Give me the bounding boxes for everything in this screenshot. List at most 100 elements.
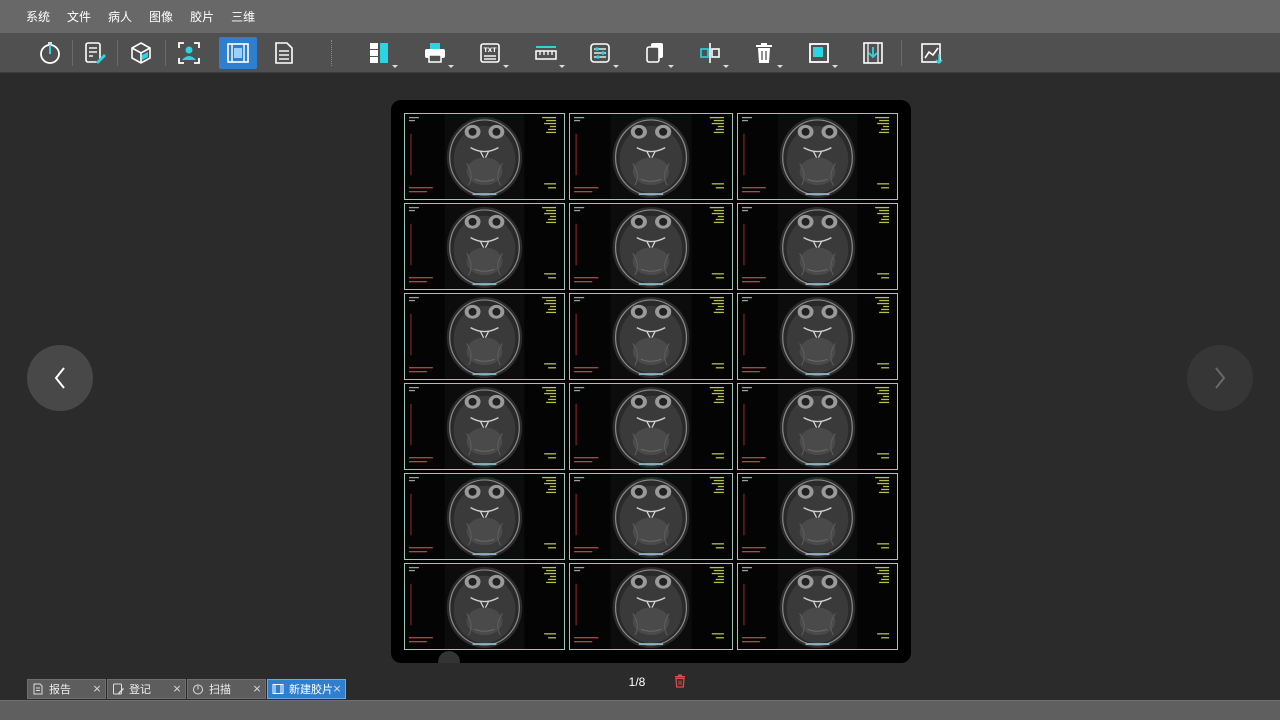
film-image-cell[interactable] [737, 203, 898, 290]
mri-slice-image [570, 384, 732, 469]
report-icon [33, 683, 43, 695]
printer-icon [425, 43, 445, 63]
mri-slice-image [738, 384, 897, 469]
align-button[interactable] [691, 37, 729, 69]
mri-slice-image [570, 114, 732, 199]
mri-slice-image [570, 564, 732, 649]
chart-export-button[interactable] [913, 37, 951, 69]
adjust-button[interactable] [581, 37, 619, 69]
mri-slice-image [405, 564, 564, 649]
mri-slice-image [570, 294, 732, 379]
next-page-button[interactable] [1187, 345, 1253, 411]
menu-bar: 系统 文件 病人 图像 胶片 三维 [0, 0, 1280, 33]
mri-slice-image [738, 294, 897, 379]
align-icon [700, 43, 720, 63]
film-image-cell[interactable] [569, 563, 733, 650]
timer-button[interactable] [31, 37, 69, 69]
film-image-cell[interactable] [737, 113, 898, 200]
film-image-cell[interactable] [737, 563, 898, 650]
document-button[interactable] [265, 37, 303, 69]
film-export-button[interactable] [854, 37, 892, 69]
film-image-cell[interactable] [404, 203, 565, 290]
document-icon [275, 42, 293, 64]
tab-close-button[interactable]: × [171, 682, 183, 695]
film-image-cell[interactable] [569, 113, 733, 200]
layout-button[interactable] [360, 37, 398, 69]
mri-slice-image [405, 204, 564, 289]
menu-film[interactable]: 胶片 [190, 8, 214, 25]
text-overlay-icon: TXT [480, 43, 500, 63]
menu-system[interactable]: 系统 [26, 8, 50, 25]
cube-3d-icon [131, 42, 151, 64]
menu-image[interactable]: 图像 [149, 8, 173, 25]
mri-slice-image [405, 474, 564, 559]
menu-3d[interactable]: 三维 [231, 8, 255, 25]
mri-slice-image [738, 114, 897, 199]
tab-label: 报告 [49, 683, 71, 696]
report-edit-button[interactable] [76, 37, 114, 69]
film-sheet[interactable] [391, 100, 911, 663]
mri-slice-image [570, 474, 732, 559]
film-image-cell[interactable] [404, 383, 565, 470]
trash-icon [756, 43, 772, 63]
film-image-cell[interactable] [737, 293, 898, 380]
tab-close-button[interactable]: × [331, 682, 343, 695]
tab-label: 扫描 [209, 683, 231, 696]
tab-register[interactable]: 登记 × [107, 679, 186, 699]
mri-slice-image [405, 294, 564, 379]
film-image-cell[interactable] [737, 383, 898, 470]
film-image-cell[interactable] [404, 293, 565, 380]
film-icon [272, 684, 284, 694]
text-overlay-button[interactable]: TXT [471, 37, 509, 69]
film-image-cell[interactable] [569, 383, 733, 470]
tab-report[interactable]: 报告 × [27, 679, 106, 699]
ruler-icon [535, 46, 557, 60]
tab-label: 登记 [129, 683, 151, 696]
tab-close-button[interactable]: × [251, 682, 263, 695]
menu-patient[interactable]: 病人 [108, 8, 132, 25]
mri-slice-image [738, 204, 897, 289]
menu-file[interactable]: 文件 [67, 8, 91, 25]
chart-export-icon [921, 43, 943, 65]
tab-label: 新建胶片 [289, 683, 333, 696]
patient-scan-button[interactable] [170, 37, 208, 69]
scan-icon [193, 684, 203, 695]
frame-button[interactable] [800, 37, 838, 69]
timer-icon [40, 42, 60, 64]
mri-slice-image [738, 564, 897, 649]
film-image-grid [404, 113, 898, 650]
register-icon [113, 683, 124, 695]
tab-close-button[interactable]: × [91, 682, 103, 695]
mri-slice-image [738, 474, 897, 559]
film-export-icon [863, 42, 883, 64]
film-image-cell[interactable] [404, 473, 565, 560]
film-image-cell[interactable] [737, 473, 898, 560]
copy-icon [646, 43, 663, 63]
patient-scan-icon [178, 42, 200, 64]
adjust-sliders-icon [590, 43, 610, 63]
toolbar: TXT [0, 33, 1280, 73]
frame-icon [809, 43, 829, 63]
mri-slice-image [405, 114, 564, 199]
film-image-cell[interactable] [569, 293, 733, 380]
mri-slice-image [570, 204, 732, 289]
layout-icon [370, 43, 388, 63]
svg-text:TXT: TXT [484, 47, 498, 54]
tab-new-film[interactable]: 新建胶片 × [267, 679, 346, 699]
ruler-button[interactable] [527, 37, 565, 69]
cube-3d-button[interactable] [122, 37, 160, 69]
film-image-cell[interactable] [569, 473, 733, 560]
film-image-cell[interactable] [569, 203, 733, 290]
copy-button[interactable] [636, 37, 674, 69]
print-button[interactable] [416, 37, 454, 69]
chevron-left-icon [54, 367, 65, 389]
delete-button[interactable] [745, 37, 783, 69]
report-edit-icon [85, 42, 106, 64]
chevron-right-icon [1215, 367, 1226, 389]
film-image-cell[interactable] [404, 113, 565, 200]
tab-scan[interactable]: 扫描 × [187, 679, 266, 699]
document-tab-bar: 报告 × 登记 × 扫描 × 新建胶片 × [0, 679, 1280, 700]
film-image-cell[interactable] [404, 563, 565, 650]
film-button[interactable] [219, 37, 257, 69]
previous-page-button[interactable] [27, 345, 93, 411]
